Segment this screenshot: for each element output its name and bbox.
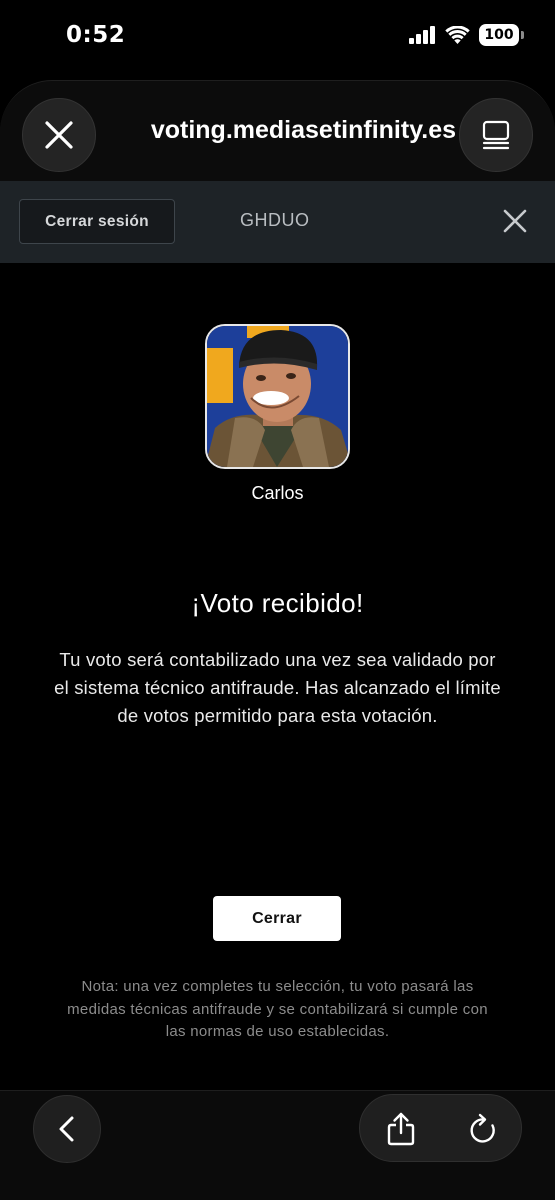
browser-top-bar: voting.mediasetinfinity.es: [0, 80, 555, 182]
close-icon: [45, 121, 73, 149]
wifi-icon: [445, 25, 470, 44]
status-icons: 100: [409, 24, 524, 46]
voter-code: GHDUO: [240, 210, 310, 230]
candidate-avatar: [205, 324, 350, 469]
candidate-name: Carlos: [251, 483, 304, 503]
close-browser-button[interactable]: [22, 98, 96, 172]
reload-icon: [470, 1113, 495, 1143]
reload-button[interactable]: [462, 1108, 504, 1150]
confirmation-title: ¡Voto recibido!: [191, 588, 364, 618]
antifraud-note: Nota: una vez completes tu selección, tu…: [67, 978, 488, 1040]
url-value: voting.mediasetinfinity.es: [150, 116, 456, 144]
action-group: [359, 1094, 522, 1162]
back-button[interactable]: [33, 1095, 101, 1163]
share-button[interactable]: [380, 1108, 422, 1150]
status-time: 0:52: [66, 22, 126, 48]
cellular-signal-icon: [409, 26, 435, 44]
tabs-icon: [482, 120, 510, 150]
share-icon: [387, 1112, 415, 1146]
close-button[interactable]: Cerrar: [213, 896, 341, 941]
url-text[interactable]: voting.mediasetinfinity.es: [100, 116, 456, 150]
close-voting-button[interactable]: [500, 206, 530, 240]
battery-icon: 100: [479, 24, 524, 46]
site-header: Cerrar sesión GHDUO: [0, 181, 555, 263]
chevron-left-icon: [59, 1116, 74, 1142]
tabs-button[interactable]: [459, 98, 533, 172]
logout-button[interactable]: Cerrar sesión: [19, 199, 175, 244]
close-icon: [503, 209, 527, 233]
confirmation-message: Tu voto será contabilizado una vez sea v…: [54, 649, 501, 726]
status-bar: 0:52 100: [0, 0, 555, 76]
browser-bottom-toolbar: [0, 1090, 555, 1200]
